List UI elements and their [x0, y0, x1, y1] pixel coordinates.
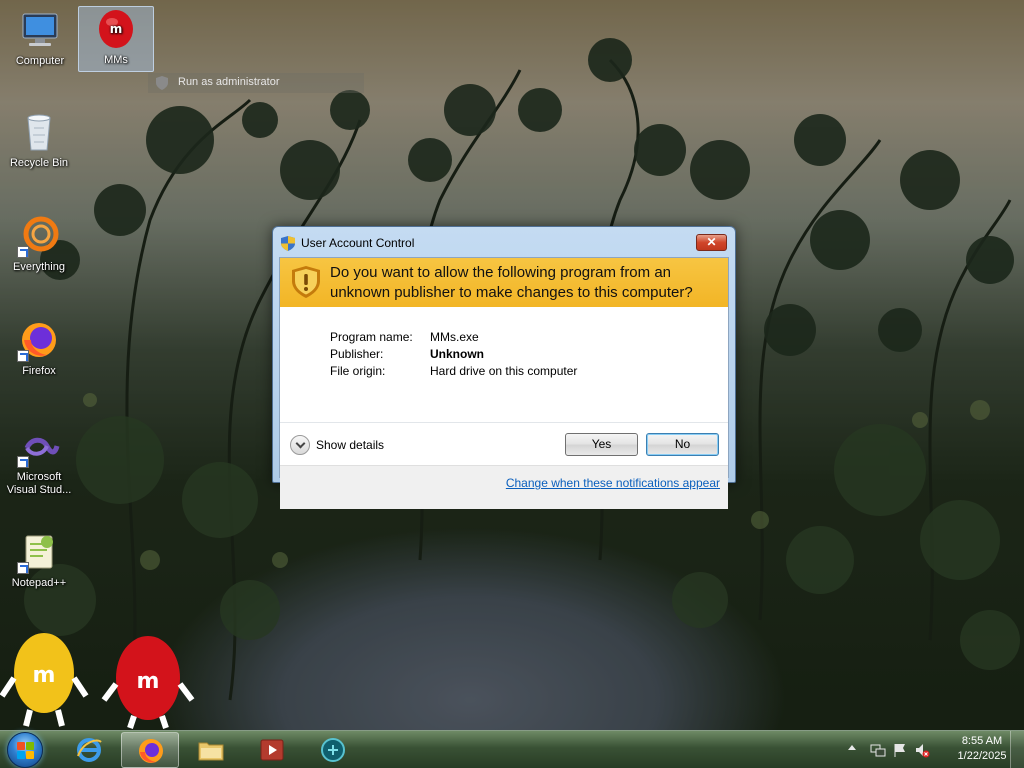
- taskbar-firefox[interactable]: [121, 732, 179, 768]
- info-key: File origin:: [330, 364, 386, 378]
- system-tray: 8:55 AM 1/22/2025: [834, 731, 1024, 768]
- shortcut-arrow-icon: [17, 350, 29, 362]
- everything-search-icon: [17, 214, 61, 258]
- desktop-icon-computer[interactable]: Computer: [2, 8, 78, 68]
- desktop-icon-label: Firefox: [22, 365, 56, 377]
- chevron-down-icon: [290, 435, 310, 455]
- recycle-bin-icon: [17, 110, 61, 154]
- shortcut-arrow-icon: [17, 246, 29, 258]
- uac-warning-banner: Do you want to allow the following progr…: [280, 258, 728, 307]
- notepad-plus-plus-icon: [17, 530, 61, 574]
- start-button[interactable]: [7, 732, 43, 768]
- uac-shield-icon: [156, 76, 168, 93]
- shortcut-arrow-icon: [17, 456, 29, 468]
- volume-icon[interactable]: [914, 742, 930, 758]
- taskbar: 8:55 AM 1/22/2025: [0, 730, 1024, 768]
- no-button[interactable]: No: [646, 433, 719, 456]
- info-value: MMs.exe: [430, 330, 479, 344]
- run-as-admin-label: Run as administrator: [178, 76, 280, 88]
- desktop-icon-label: Computer: [15, 55, 65, 67]
- close-button[interactable]: ✕: [696, 234, 727, 251]
- internet-explorer-icon: [75, 736, 103, 764]
- info-value: Hard drive on this computer: [430, 364, 578, 378]
- file-explorer-icon: [197, 736, 225, 764]
- svg-text:m: m: [137, 669, 160, 694]
- show-desktop-button[interactable]: [1010, 731, 1024, 768]
- taskbar-media-player[interactable]: [243, 732, 301, 768]
- uac-footer: Change when these notifications appear: [280, 465, 728, 509]
- mms-characters-wallpaper-art: m m: [0, 633, 195, 729]
- firefox-icon: [137, 737, 165, 765]
- uac-title-text: User Account Control: [301, 236, 415, 250]
- network-icon[interactable]: [870, 742, 886, 758]
- shortcut-arrow-icon: [17, 562, 29, 574]
- taskbar-internet-explorer[interactable]: [60, 732, 118, 768]
- info-value: Unknown: [430, 347, 484, 361]
- yes-button[interactable]: Yes: [565, 433, 638, 456]
- desktop-icon-everything[interactable]: Everything: [1, 214, 77, 274]
- info-key: Program name:: [330, 330, 413, 344]
- warning-shield-icon: [292, 266, 320, 301]
- desktop-icon-label: Microsoft Visual Stud...: [6, 471, 72, 496]
- desktop-icon-label: Everything: [13, 261, 65, 273]
- clock-date: 1/22/2025: [957, 750, 1007, 762]
- desktop-icon-notepad-plus-plus[interactable]: Notepad++: [1, 530, 77, 590]
- close-icon: ✕: [706, 235, 717, 249]
- info-row-file-origin: File origin: Hard drive on this computer: [330, 363, 577, 380]
- firefox-icon: [17, 318, 61, 362]
- visual-studio-icon: [17, 424, 61, 468]
- taskbar-file-explorer[interactable]: [182, 732, 240, 768]
- run-as-admin-hint[interactable]: Run as administrator: [148, 73, 364, 93]
- uac-shield-icon: [281, 236, 295, 255]
- desktop-icon-mms[interactable]: m MMs: [78, 6, 154, 72]
- uac-title-bar[interactable]: User Account Control: [281, 235, 414, 251]
- svg-text:m: m: [110, 22, 123, 36]
- program-info: Program name: MMs.exe Publisher: Unknown F…: [330, 329, 577, 380]
- show-details-toggle[interactable]: Show details: [290, 435, 384, 455]
- taskbar-app[interactable]: [304, 732, 362, 768]
- uac-dialog: User Account Control ✕ Do you want to al…: [272, 226, 736, 509]
- info-row-publisher: Publisher: Unknown: [330, 346, 577, 363]
- taskbar-clock[interactable]: 8:55 AM 1/22/2025: [946, 734, 1018, 764]
- desktop-icon-label: Notepad++: [11, 577, 67, 589]
- info-key: Publisher:: [330, 347, 384, 361]
- desktop-icon-recycle-bin[interactable]: Recycle Bin: [1, 110, 77, 170]
- desktop-icon-label: MMs: [104, 54, 128, 66]
- change-notifications-link[interactable]: Change when these notifications appear: [506, 476, 720, 490]
- show-details-label: Show details: [316, 438, 385, 452]
- media-player-icon: [258, 736, 286, 764]
- mms-red-icon: m: [94, 7, 138, 51]
- show-hidden-icons-arrow-icon[interactable]: [848, 745, 856, 750]
- info-row-program-name: Program name: MMs.exe: [330, 329, 577, 346]
- uac-content: Do you want to allow the following progr…: [279, 257, 729, 509]
- windows-logo-icon: [17, 742, 35, 760]
- action-center-flag-icon[interactable]: [892, 742, 908, 758]
- divider: [280, 422, 728, 423]
- uac-question-text: Do you want to allow the following progr…: [330, 264, 693, 301]
- app-icon: [319, 736, 347, 764]
- desktop-icon-visual-studio[interactable]: Microsoft Visual Stud...: [1, 424, 77, 497]
- clock-time: 8:55 AM: [961, 735, 1003, 747]
- desktop-icon-label: Recycle Bin: [9, 157, 69, 169]
- computer-icon: [18, 8, 62, 52]
- desktop-icon-firefox[interactable]: Firefox: [1, 318, 77, 378]
- svg-text:m: m: [33, 663, 56, 688]
